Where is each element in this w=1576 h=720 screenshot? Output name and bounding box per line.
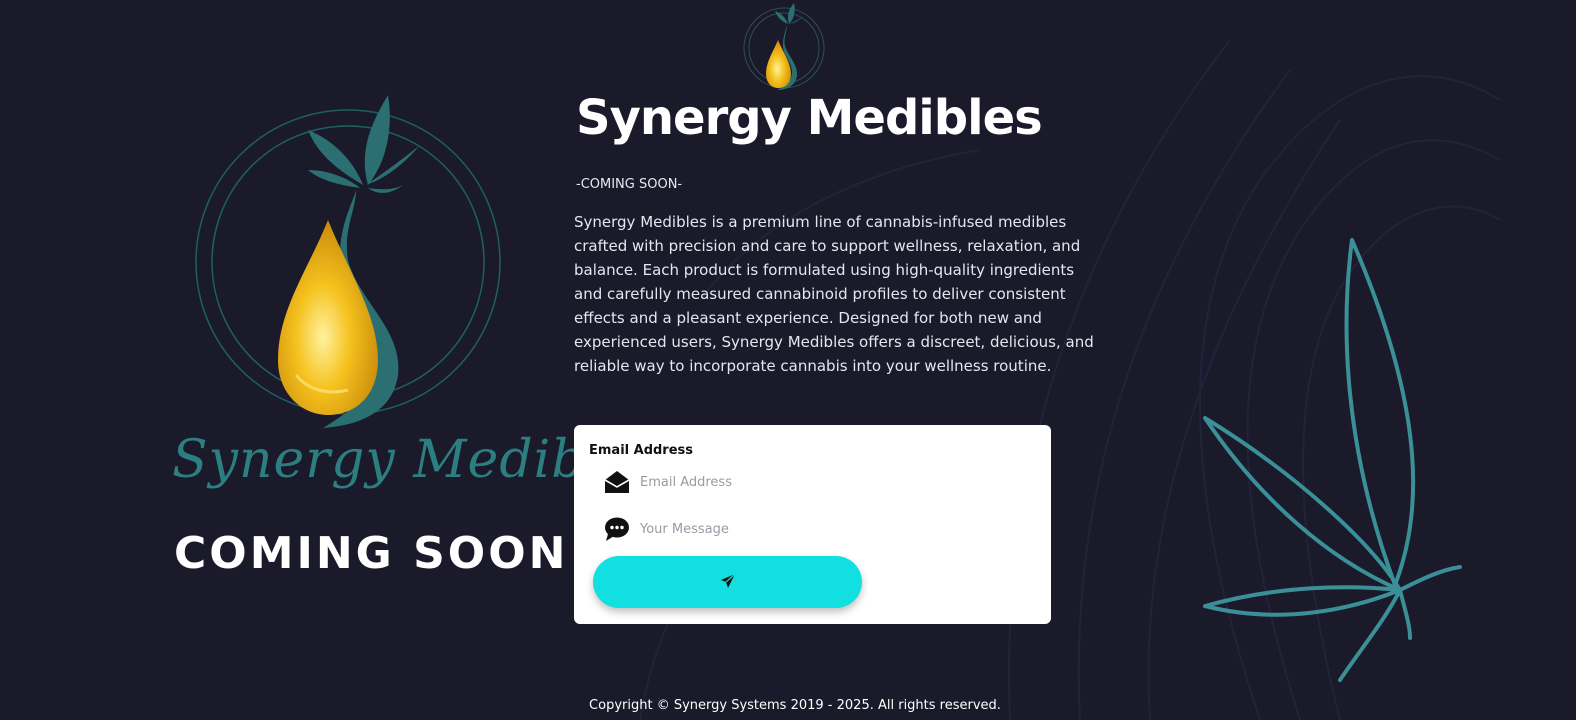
email-input[interactable] (640, 474, 1010, 490)
footer: Copyright © Synergy Systems 2019 - 2025.… (0, 698, 1576, 713)
email-label: Email Address (589, 443, 694, 458)
coming-soon-subtitle: -COMING SOON- (576, 177, 683, 192)
brand-script-name: Synergy Medibles (172, 430, 663, 490)
email-field-row (604, 467, 1024, 497)
description-text: Synergy Medibles is a premium line of ca… (574, 213, 1094, 375)
message-field-row (604, 514, 1024, 544)
speech-bubble-icon (604, 516, 630, 542)
page-title: Synergy Medibles (576, 90, 1043, 146)
brand-emblem-logo (195, 95, 501, 428)
top-logo (743, 3, 825, 90)
message-input[interactable] (640, 521, 1010, 537)
envelope-open-icon (604, 469, 630, 495)
copyright-text: Copyright © Synergy Systems 2019 - 2025.… (589, 698, 1001, 713)
send-button[interactable] (593, 556, 862, 608)
paper-plane-icon (720, 573, 736, 592)
page: Synergy Medibles COMING SOON Synergy Med… (0, 0, 1576, 720)
subscribe-form: Email Address (574, 425, 1051, 624)
coming-soon-heading: COMING SOON (174, 528, 569, 579)
